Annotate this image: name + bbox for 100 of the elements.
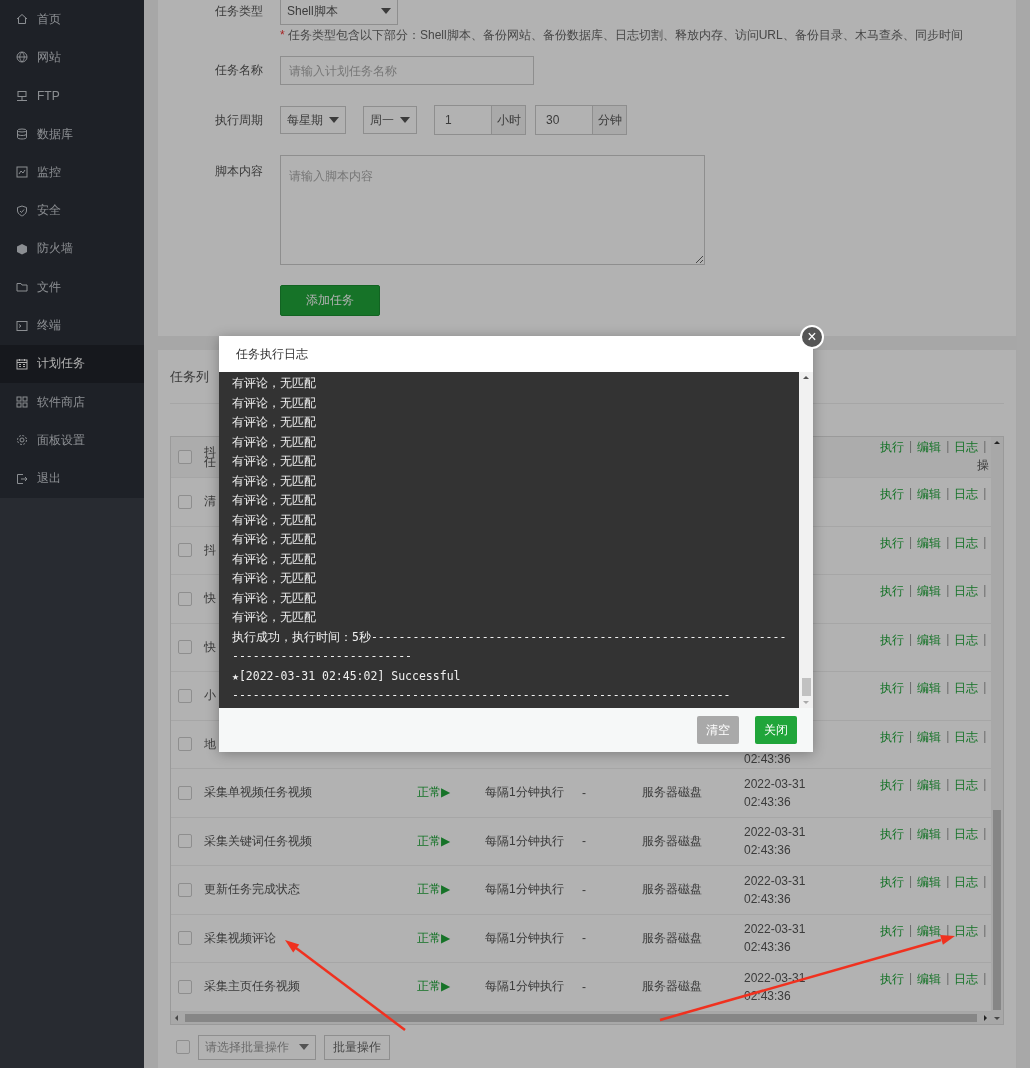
dialog-button[interactable]: 关闭: [755, 716, 797, 744]
sidebar-item[interactable]: 首页: [0, 0, 144, 39]
table-cell: -: [582, 882, 586, 897]
status-label[interactable]: 正常▶: [417, 784, 451, 802]
sidebar-item[interactable]: 文件: [0, 268, 144, 307]
action-link[interactable]: 编辑: [917, 825, 942, 843]
globe-icon: [16, 51, 28, 64]
status-label[interactable]: 正常▶: [417, 881, 451, 899]
log-scrollbar[interactable]: [799, 372, 813, 708]
action-link[interactable]: 编辑: [917, 680, 942, 697]
separator-text: |: [983, 439, 987, 455]
action-link[interactable]: 编辑: [917, 486, 942, 503]
weekday-select[interactable]: 周一: [363, 106, 417, 134]
row-checkbox[interactable]: [177, 543, 192, 558]
table-cell: 采集主页任务视频: [204, 978, 300, 996]
period-select[interactable]: 每星期: [280, 106, 346, 134]
action-link[interactable]: 日志: [954, 583, 979, 600]
row-checkbox[interactable]: [177, 591, 192, 606]
action-link[interactable]: 执行: [880, 825, 904, 843]
batch-button[interactable]: 批量操作: [324, 1034, 390, 1060]
action-link[interactable]: 日志: [954, 680, 979, 697]
up-arrow-icon[interactable]: [803, 375, 809, 381]
caret-icon: [299, 1044, 309, 1050]
row-checkbox[interactable]: [177, 882, 192, 897]
batch-select[interactable]: 请选择批量操作: [198, 1034, 316, 1060]
action-link[interactable]: 执行: [880, 874, 904, 891]
action-link[interactable]: 日志: [954, 728, 979, 746]
sidebar-item[interactable]: FTP: [0, 76, 144, 115]
scrollbar-thumb[interactable]: [993, 809, 1001, 1010]
sidebar-item[interactable]: 安全: [0, 191, 144, 230]
table-cell: 快: [204, 590, 216, 608]
action-link[interactable]: 执行: [880, 486, 904, 503]
row-checkbox[interactable]: [177, 785, 192, 800]
down-arrow-icon[interactable]: [994, 1014, 1000, 1021]
action-link[interactable]: 执行: [880, 728, 904, 746]
action-link[interactable]: 执行: [880, 922, 904, 940]
scrollbar-thumb[interactable]: [185, 1013, 977, 1022]
right-arrow-icon[interactable]: [982, 1014, 988, 1021]
action-link[interactable]: 编辑: [917, 583, 942, 600]
action-link[interactable]: 执行: [880, 680, 904, 697]
action-link[interactable]: 日志: [954, 825, 979, 843]
action-link[interactable]: 日志: [954, 631, 979, 649]
add-task-button[interactable]: 添加任务: [280, 285, 380, 316]
row-checkbox[interactable]: [177, 640, 192, 655]
sidebar-item[interactable]: 数据库: [0, 114, 144, 154]
row-checkbox[interactable]: [177, 931, 192, 946]
scrollbar-thumb[interactable]: [801, 678, 811, 696]
action-link[interactable]: 日志: [954, 486, 979, 503]
separator-text: |: [909, 486, 913, 502]
action-link[interactable]: 执行: [880, 534, 904, 552]
action-link[interactable]: 执行: [880, 583, 904, 600]
table-cell: 采集视频评论: [204, 929, 276, 947]
sidebar-item[interactable]: 软件商店: [0, 382, 144, 422]
action-link[interactable]: 编辑: [917, 728, 942, 746]
status-label[interactable]: 正常▶: [417, 929, 451, 947]
action-link[interactable]: 日志: [954, 874, 979, 891]
sidebar-item[interactable]: 终端: [0, 306, 144, 345]
row-checkbox[interactable]: [177, 834, 192, 849]
action-link[interactable]: 编辑: [917, 534, 942, 552]
up-arrow-icon[interactable]: [994, 440, 1000, 446]
select-all-checkbox[interactable]: [176, 1040, 190, 1054]
action-link[interactable]: 日志: [954, 777, 979, 794]
action-link[interactable]: 执行: [880, 971, 904, 988]
action-link[interactable]: 执行: [880, 439, 904, 456]
hour-field[interactable]: 1: [434, 105, 492, 135]
vertical-scrollbar[interactable]: [991, 437, 1003, 1024]
sidebar-item[interactable]: 监控: [0, 153, 144, 192]
sidebar-item[interactable]: 退出: [0, 459, 144, 498]
log-line: 有评论，无匹配: [232, 550, 317, 568]
left-arrow-icon[interactable]: [174, 1014, 180, 1021]
action-link[interactable]: 编辑: [917, 631, 942, 649]
row-checkbox[interactable]: [177, 737, 192, 752]
row-checkbox[interactable]: [177, 494, 192, 509]
row-checkbox[interactable]: [177, 688, 192, 703]
action-link[interactable]: 编辑: [917, 922, 942, 940]
status-label[interactable]: 正常▶: [417, 832, 451, 850]
row-checkbox[interactable]: [177, 450, 192, 464]
sidebar-item[interactable]: 网站: [0, 38, 144, 77]
table-cell: -: [582, 979, 586, 994]
down-arrow-icon[interactable]: [803, 699, 809, 705]
action-link[interactable]: 日志: [954, 922, 979, 940]
action-link[interactable]: 日志: [954, 534, 979, 552]
unit-label: 小时: [492, 105, 526, 135]
action-link[interactable]: 编辑: [917, 971, 942, 988]
action-link[interactable]: 执行: [880, 631, 904, 649]
action-link[interactable]: 编辑: [917, 777, 942, 794]
type-select[interactable]: Shell脚本: [280, 0, 398, 25]
row-checkbox[interactable]: [177, 979, 192, 994]
action-link[interactable]: 编辑: [917, 874, 942, 891]
action-link[interactable]: 日志: [954, 971, 979, 988]
sidebar-item[interactable]: 防火墙: [0, 229, 144, 269]
separator-text: |: [983, 680, 987, 696]
minute-field[interactable]: 30: [535, 105, 593, 135]
sidebar-item[interactable]: 面板设置: [0, 421, 144, 460]
action-link[interactable]: 编辑: [917, 439, 942, 456]
action-link[interactable]: 日志: [954, 439, 979, 456]
table-cell: 每隔1分钟执行: [485, 832, 564, 850]
status-label[interactable]: 正常▶: [417, 978, 451, 996]
action-link[interactable]: 执行: [880, 777, 904, 794]
sidebar-item[interactable]: 计划任务: [0, 344, 144, 383]
